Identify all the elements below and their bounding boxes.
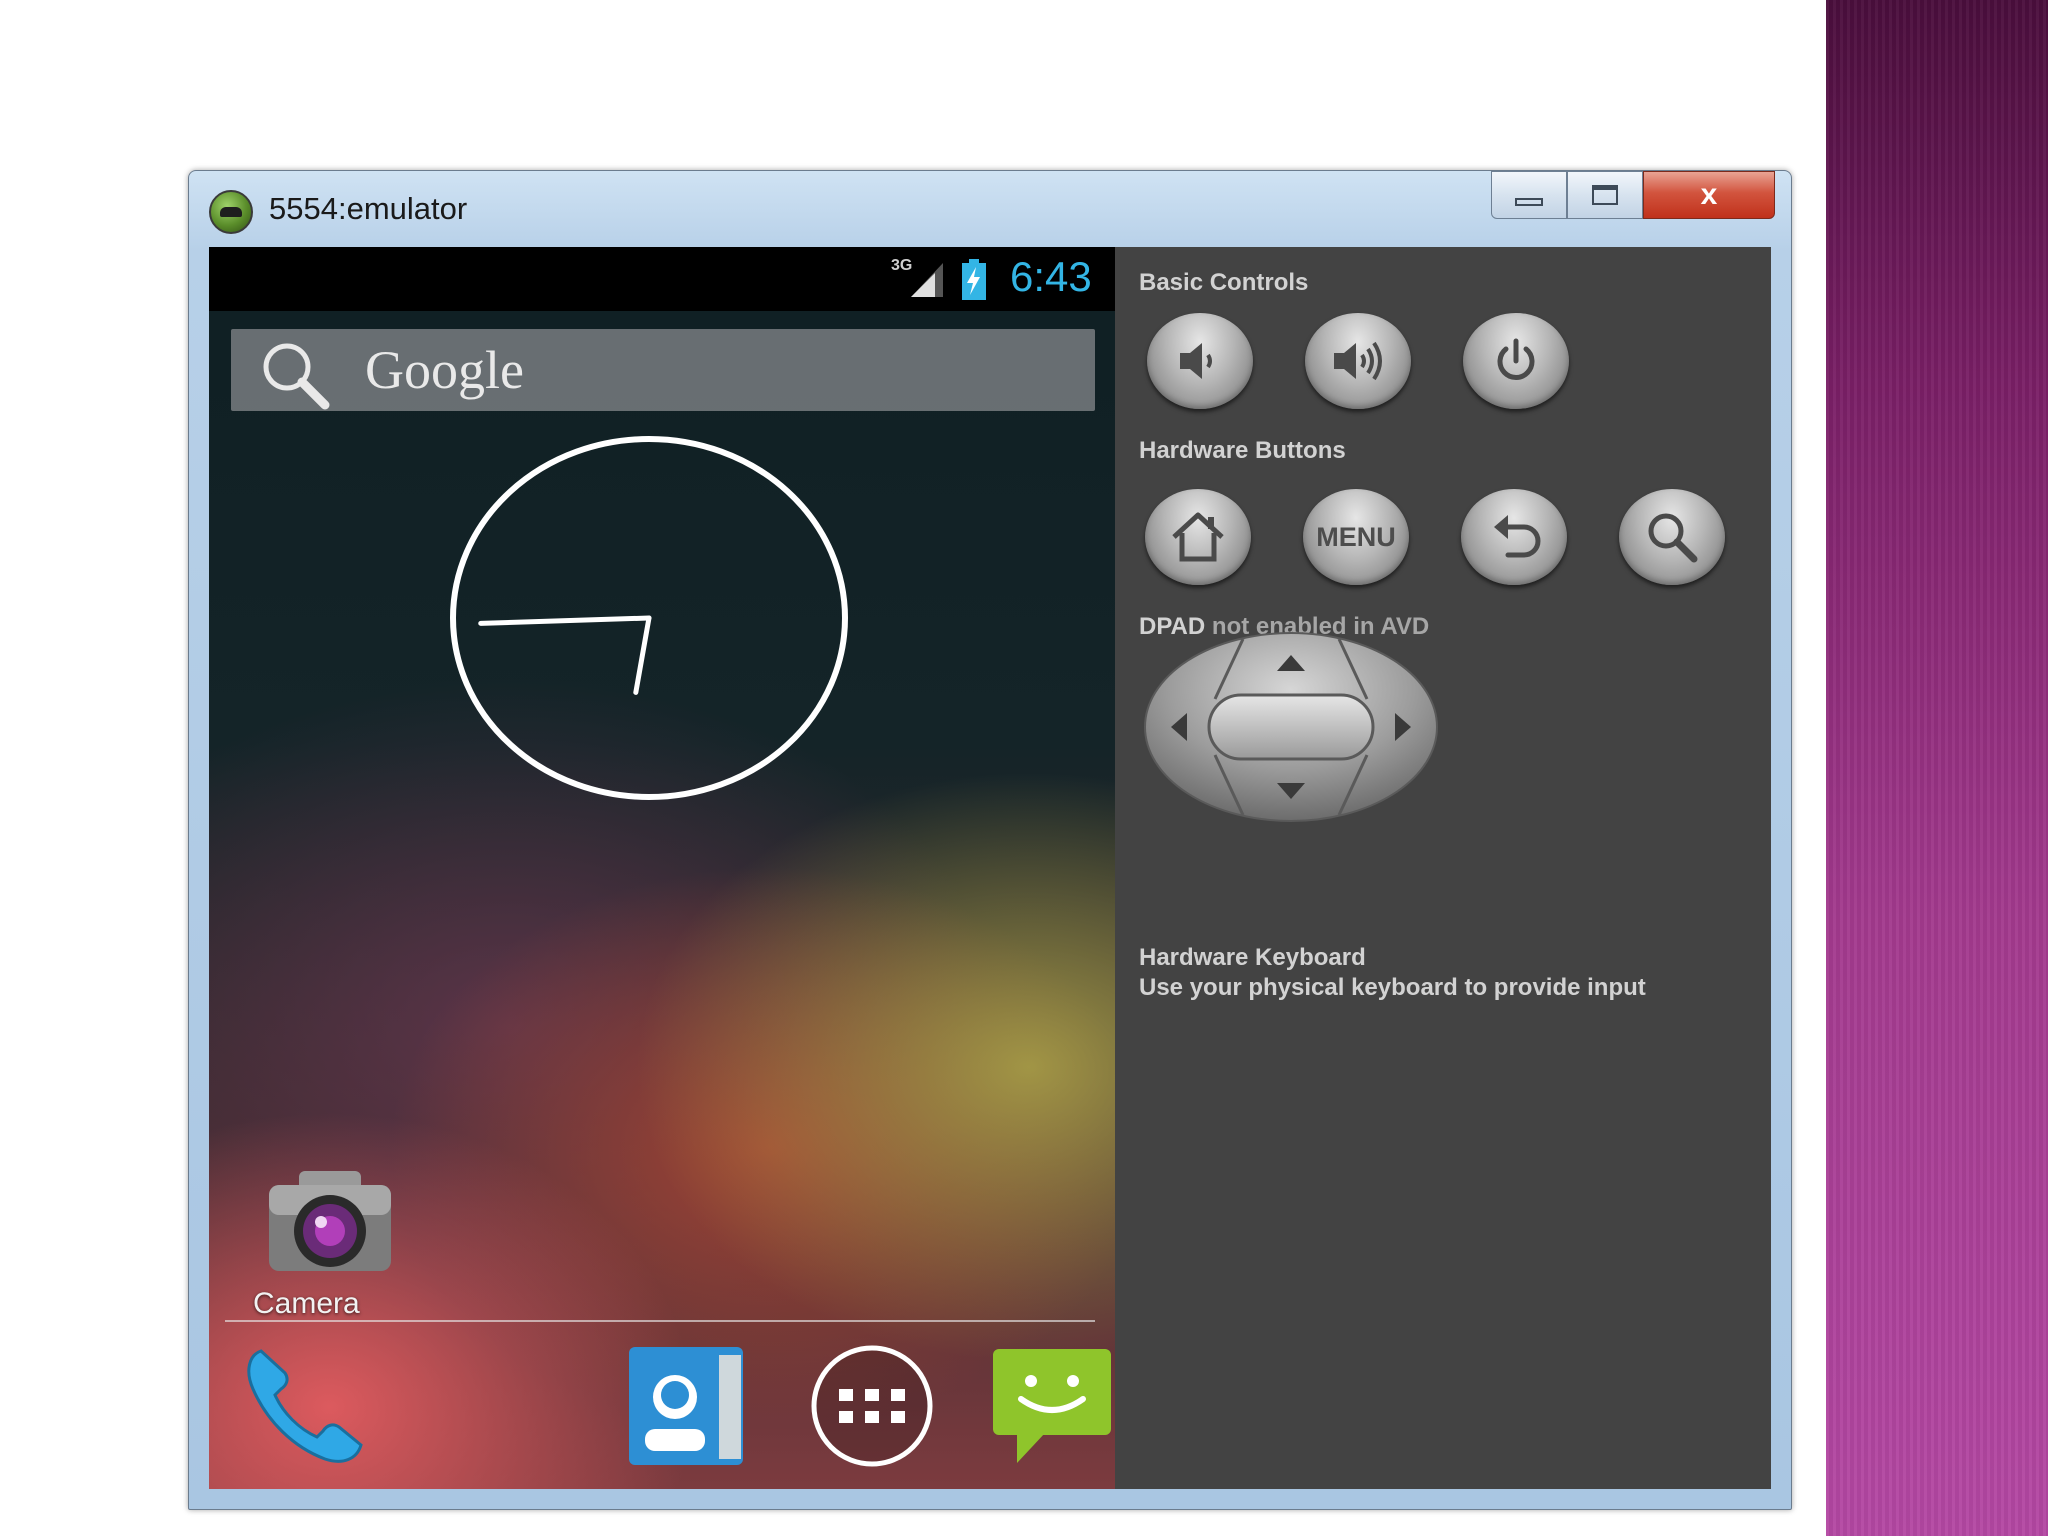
hardware-buttons-label: Hardware Buttons (1139, 437, 1346, 464)
camera-icon[interactable] (265, 1167, 395, 1277)
messaging-icon[interactable] (987, 1341, 1115, 1471)
volume-up-button[interactable] (1305, 313, 1411, 409)
window-title: 5554:emulator (269, 191, 468, 226)
search-button[interactable] (1619, 489, 1725, 585)
minimize-icon (1515, 198, 1543, 206)
hour-hand (633, 615, 652, 695)
volume-down-button[interactable] (1147, 313, 1253, 409)
app-drawer-icon[interactable] (807, 1341, 937, 1471)
dpad-control (1144, 632, 1438, 822)
contacts-icon[interactable] (623, 1341, 753, 1471)
search-icon (1648, 513, 1698, 563)
volume-up-icon (1334, 341, 1382, 381)
close-icon: x (1700, 178, 1718, 211)
camera-label: Camera (253, 1287, 360, 1320)
dock (209, 1341, 1115, 1471)
hardware-keyboard-title: Hardware Keyboard (1139, 944, 1366, 971)
menu-button-label: MENU (1316, 521, 1396, 552)
slide-side-band (1826, 0, 2048, 1536)
analog-clock-widget[interactable] (449, 435, 849, 805)
back-button[interactable] (1461, 489, 1567, 585)
power-icon (1497, 338, 1535, 380)
back-icon (1494, 515, 1541, 558)
device-screen[interactable]: 3G 6:43 Google Camera (209, 247, 1115, 1489)
google-label: Google (365, 340, 524, 400)
battery-charging-icon (962, 259, 986, 300)
volume-down-icon (1180, 343, 1212, 379)
emulator-window: 5554:emulator x 3G 6:43 Google Camera Ba… (188, 170, 1792, 1510)
phone-icon[interactable] (239, 1341, 369, 1471)
minimize-button[interactable] (1491, 171, 1567, 219)
basic-controls-label: Basic Controls (1139, 269, 1309, 296)
android-emulator-icon (209, 190, 253, 234)
home-button[interactable] (1145, 489, 1251, 585)
window-controls: x (1491, 171, 1775, 223)
google-search-bar[interactable]: Google (231, 329, 1095, 411)
menu-button[interactable]: MENU (1303, 489, 1409, 585)
maximize-button[interactable] (1567, 171, 1643, 219)
dpad-center (1207, 693, 1375, 761)
minute-hand (478, 615, 652, 626)
hardware-keyboard-description: Use your physical keyboard to provide in… (1139, 974, 1646, 1001)
home-icon (1172, 512, 1224, 562)
emulator-client-area: 3G 6:43 Google Camera Basic Controls Har… (209, 247, 1771, 1489)
signal-icon (911, 263, 943, 297)
close-button[interactable]: x (1643, 171, 1775, 219)
search-icon (263, 343, 330, 410)
title-bar[interactable]: 5554:emulator x (189, 171, 1791, 247)
maximize-icon (1592, 185, 1618, 205)
status-time: 6:43 (1010, 253, 1092, 300)
emulator-controls-panel: Basic Controls Hardware Buttons MENU DPA… (1115, 247, 1771, 1489)
power-button[interactable] (1463, 313, 1569, 409)
status-bar: 3G 6:43 (209, 247, 1115, 311)
dock-divider (225, 1320, 1095, 1322)
